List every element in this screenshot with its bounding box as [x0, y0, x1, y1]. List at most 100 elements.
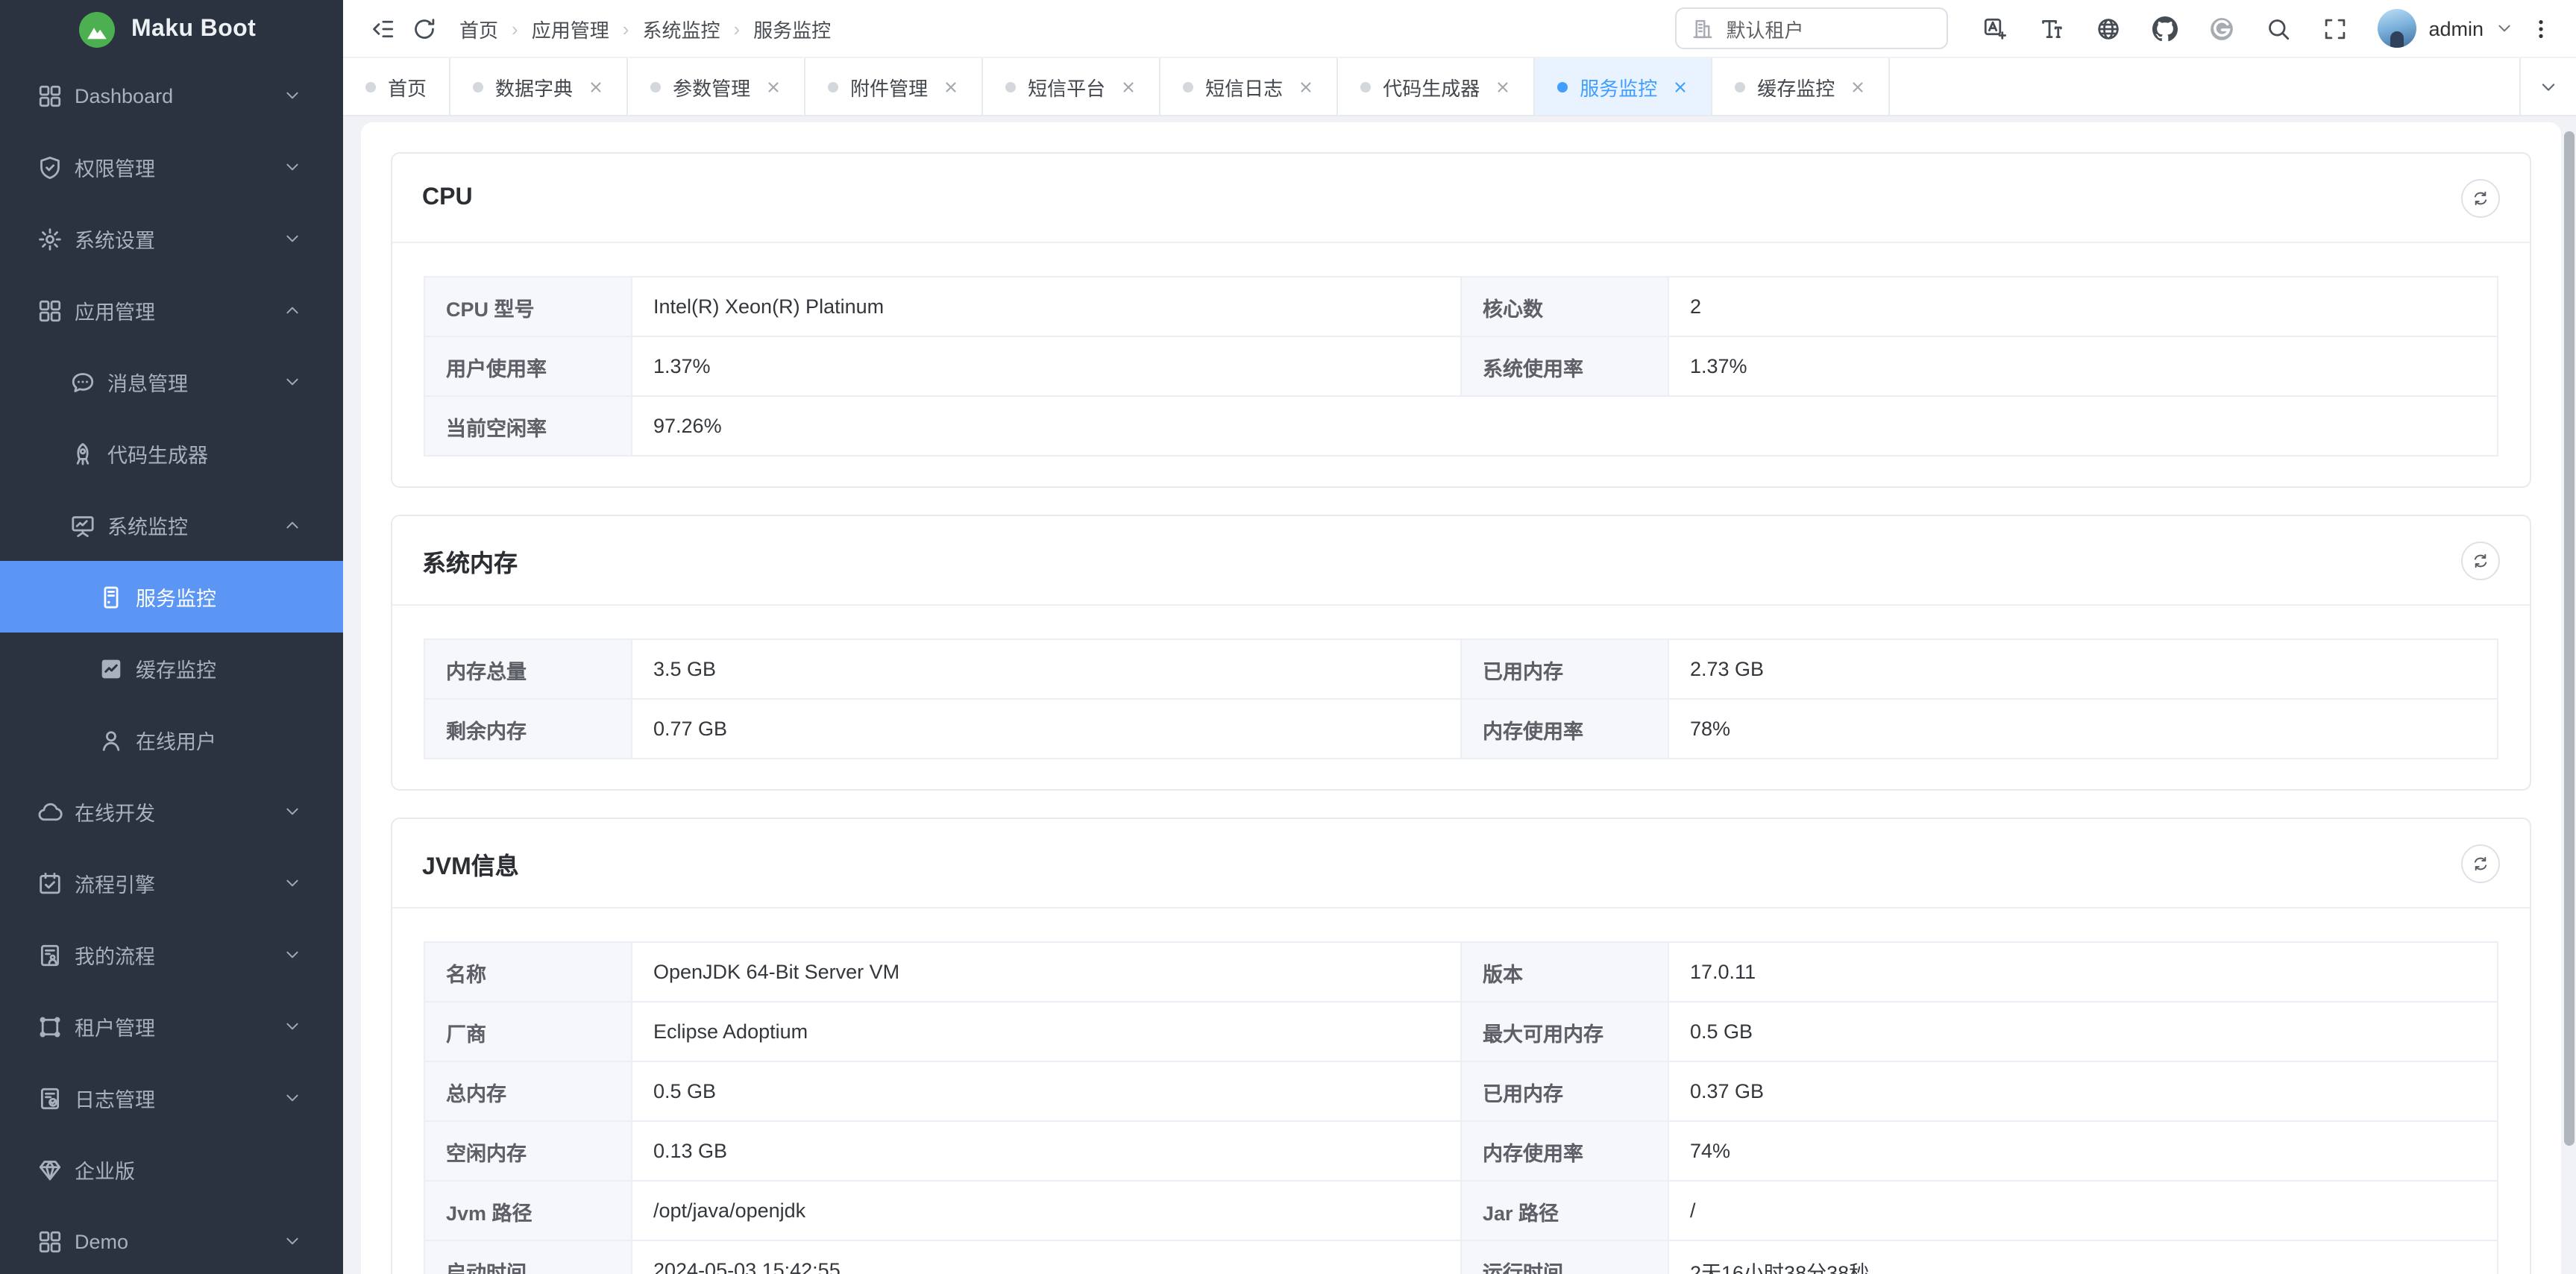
tab-attachment[interactable]: 附件管理	[805, 58, 983, 115]
tab-status-dot	[1183, 81, 1193, 92]
field-label: 用户使用率	[424, 336, 632, 396]
sidebar-item-log[interactable]: 日志管理	[0, 1062, 343, 1134]
sidebar-item-label: 应用管理	[75, 295, 155, 325]
table-row: 剩余内存0.77 GB内存使用率78%	[424, 699, 2498, 759]
field-value: 2024-05-03 15:42:55	[632, 1240, 1461, 1274]
tab-label: 附件管理	[850, 72, 928, 101]
tab-close-icon[interactable]	[765, 78, 782, 95]
memory-info-table: 内存总量3.5 GB已用内存2.73 GB剩余内存0.77 GB内存使用率78%	[424, 638, 2498, 759]
sidebar-item-label: 企业版	[75, 1155, 135, 1184]
tab-overflow-button[interactable]	[2519, 58, 2576, 115]
gitee-button[interactable]	[2200, 7, 2242, 49]
table-row: 当前空闲率97.26%	[424, 396, 2498, 456]
tab-home[interactable]: 首页	[343, 58, 450, 115]
more-menu-button[interactable]	[2522, 9, 2558, 48]
sidebar-item-cache-monitor[interactable]: 缓存监控	[0, 633, 343, 704]
field-label: Jvm 路径	[424, 1181, 632, 1240]
tab-label: 参数管理	[673, 72, 750, 101]
tab-status-dot	[365, 81, 376, 92]
field-label: 已用内存	[1461, 1061, 1668, 1121]
breadcrumb-item[interactable]: 系统监控	[642, 14, 720, 43]
chevron-down-icon	[2495, 19, 2513, 37]
fullscreen-button[interactable]	[2313, 7, 2355, 49]
tab-service-monitor[interactable]: 服务监控	[1535, 58, 1712, 115]
globe-icon	[2095, 16, 2120, 41]
sidebar-item-workflow[interactable]: 流程引擎	[0, 847, 343, 919]
sidebar-item-system-monitor[interactable]: 系统监控	[0, 489, 343, 561]
sidebar-item-message[interactable]: 消息管理	[0, 346, 343, 418]
sidebar-item-service-monitor[interactable]: 服务监控	[0, 561, 343, 633]
sidebar-item-demo[interactable]: Demo	[0, 1205, 343, 1274]
chevron-down-icon	[283, 158, 301, 176]
sidebar-item-label: 代码生成器	[107, 439, 208, 468]
sidebar-item-permission[interactable]: 权限管理	[0, 131, 343, 203]
tab-sms-platform[interactable]: 短信平台	[983, 58, 1160, 115]
field-value: 74%	[1668, 1121, 2498, 1181]
field-label: 内存总量	[424, 639, 632, 699]
card-header: 系统内存	[392, 516, 2530, 606]
tab-label: 短信日志	[1205, 72, 1283, 101]
sidebar-item-system-settings[interactable]: 系统设置	[0, 203, 343, 274]
tab-close-icon[interactable]	[1672, 78, 1688, 95]
sidebar-item-dashboard[interactable]: Dashboard	[0, 60, 343, 131]
field-value: 0.37 GB	[1668, 1061, 2498, 1121]
tab-close-icon[interactable]	[588, 78, 604, 95]
tab-close-icon[interactable]	[1120, 78, 1137, 95]
card-cpu: CPUCPU 型号Intel(R) Xeon(R) Platinum核心数2用户…	[391, 152, 2531, 488]
card-jvm: JVM信息名称OpenJDK 64-Bit Server VM版本17.0.11…	[391, 818, 2531, 1274]
chevron-up-icon	[283, 516, 301, 534]
sidebar-item-tenant[interactable]: 租户管理	[0, 991, 343, 1062]
refresh-page-button[interactable]	[403, 7, 444, 49]
tab-codegen[interactable]: 代码生成器	[1338, 58, 1535, 115]
tab-close-icon[interactable]	[1495, 78, 1511, 95]
content-panel: CPUCPU 型号Intel(R) Xeon(R) Platinum核心数2用户…	[361, 122, 2561, 1274]
sidebar-item-enterprise[interactable]: 企业版	[0, 1134, 343, 1205]
chat-icon	[70, 369, 95, 395]
search-button[interactable]	[2257, 7, 2299, 49]
field-label: 名称	[424, 942, 632, 1002]
grid-icon	[37, 83, 63, 108]
sidebar-item-app-management[interactable]: 应用管理	[0, 274, 343, 346]
field-value: 2.73 GB	[1668, 639, 2498, 699]
field-value: 78%	[1668, 699, 2498, 759]
breadcrumb: 首页›应用管理›系统监控›服务监控	[459, 14, 831, 43]
breadcrumb-item[interactable]: 首页	[459, 14, 498, 43]
table-row: 总内存0.5 GB已用内存0.37 GB	[424, 1061, 2498, 1121]
globe-button[interactable]	[2087, 7, 2129, 49]
github-button[interactable]	[2143, 7, 2185, 49]
translate-button[interactable]	[1973, 7, 2015, 49]
card-refresh-button[interactable]	[2461, 541, 2500, 580]
chevron-down-icon	[283, 946, 301, 964]
breadcrumb-item[interactable]: 服务监控	[753, 14, 831, 43]
sidebar-item-label: Dashboard	[75, 84, 173, 107]
card-refresh-button[interactable]	[2461, 178, 2500, 217]
user-menu[interactable]: admin	[2378, 9, 2513, 48]
calendar-check-icon	[37, 870, 63, 896]
field-label: 核心数	[1461, 277, 1668, 336]
field-value: /	[1668, 1181, 2498, 1240]
card-refresh-button[interactable]	[2461, 844, 2500, 882]
collapse-sidebar-button[interactable]	[361, 7, 403, 49]
tab-close-icon[interactable]	[943, 78, 959, 95]
tab-params[interactable]: 参数管理	[628, 58, 805, 115]
diamond-icon	[37, 1157, 63, 1182]
fullscreen-icon	[2322, 16, 2347, 41]
tab-close-icon[interactable]	[1298, 78, 1314, 95]
tenant-select[interactable]: 默认租户	[1675, 7, 1948, 49]
tab-bar: 首页数据字典 参数管理 附件管理 短信平台 短信日志 代码生成器服务监控缓存监控	[343, 57, 2576, 116]
tab-sms-log[interactable]: 短信日志	[1160, 58, 1338, 115]
field-label: 剩余内存	[424, 699, 632, 759]
tab-dict[interactable]: 数据字典	[450, 58, 628, 115]
sidebar-item-online-dev[interactable]: 在线开发	[0, 776, 343, 847]
app-logo[interactable]: Maku Boot	[0, 0, 343, 60]
sidebar-item-my-workflow[interactable]: 我的流程	[0, 919, 343, 991]
sidebar-item-codegen[interactable]: 代码生成器	[0, 418, 343, 489]
refresh-icon	[411, 16, 436, 41]
font-size-button[interactable]	[2030, 7, 2072, 49]
chevron-down-icon	[2539, 77, 2558, 96]
sidebar-item-online-users[interactable]: 在线用户	[0, 704, 343, 776]
breadcrumb-item[interactable]: 应用管理	[532, 14, 609, 43]
tab-close-icon[interactable]	[1850, 78, 1866, 95]
scrollbar-thumb[interactable]	[2564, 131, 2575, 1146]
tab-cache-monitor[interactable]: 缓存监控	[1712, 58, 1890, 115]
